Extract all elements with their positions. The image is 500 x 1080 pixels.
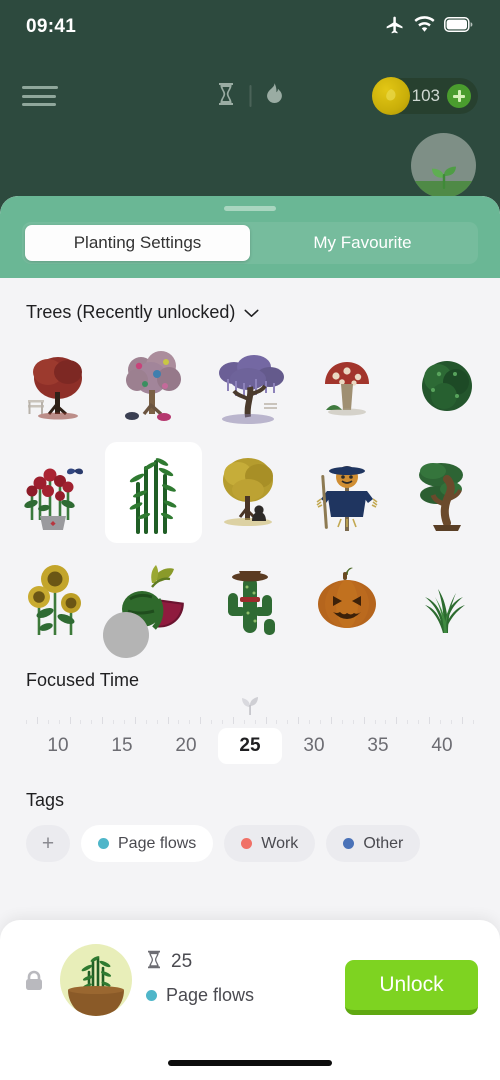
touch-indicator [103,612,149,658]
trees-section-header[interactable]: Trees (Recently unlocked) [0,278,500,323]
tag-label: Other [363,834,404,852]
focused-time-title: Focused Time [26,670,140,690]
focused-time-section: Focused Time 10 15 20 25 30 35 40 [0,648,500,764]
flame-icon[interactable] [265,82,285,111]
focused-time-option-30[interactable]: 30 [282,728,346,764]
focused-time-option-10[interactable]: 10 [26,728,90,764]
focused-time-option-20[interactable]: 20 [154,728,218,764]
lock-icon [22,969,46,998]
tree-item-bonsai-tree[interactable] [395,442,492,543]
hamburger-menu-icon[interactable] [22,84,58,108]
hourglass-icon[interactable] [216,82,237,111]
sheet-header: Planting Settings My Favourite [0,196,500,278]
top-bar-center-icons [216,82,285,111]
coin-balance-pill[interactable]: 103 [371,77,478,115]
sheet-body: Trees (Recently unlocked) Focused Time 1… [0,278,500,862]
tree-item-wisteria-tree[interactable] [202,337,299,438]
tags-title: Tags [26,790,65,810]
sprout-fab-button[interactable] [411,133,476,198]
tree-item-golden-ginkgo-tree[interactable] [202,442,299,543]
hourglass-icon [146,950,162,974]
tree-item-candy-blossom-tree[interactable] [105,337,202,438]
home-indicator [168,1060,332,1066]
coin-count: 103 [411,86,440,105]
tag-other[interactable]: Other [326,825,421,862]
coin-icon [371,77,410,115]
tag-color-dot [98,838,109,849]
tag-color-dot [343,838,355,849]
app-background: 09:41 103 Planting Settings My Favourite… [0,0,500,1080]
bottom-bar-duration: 25 [171,951,193,972]
add-tag-button[interactable]: + [26,825,70,862]
chevron-down-icon[interactable] [244,302,259,323]
tree-item-cowboy-cactus[interactable] [202,547,299,648]
focused-time-option-35[interactable]: 35 [346,728,410,764]
icon-divider [249,85,252,107]
top-app-bar: 103 [0,70,500,122]
sprout-marker-icon [237,695,263,722]
tag-work[interactable]: Work [224,825,316,862]
tab-planting-settings[interactable]: Planting Settings [25,225,250,261]
bottom-bar-duration-row: 25 [146,950,331,974]
bottom-bar-tag-row: Page flows [146,985,331,1006]
tree-item-red-mushroom[interactable] [298,337,395,438]
status-bar-time: 09:41 [26,16,77,37]
focused-time-option-15[interactable]: 15 [90,728,154,764]
bottom-bar-tag-label: Page flows [166,985,255,1005]
tag-page-flows[interactable]: Page flows [81,825,214,862]
trees-section-label: Trees (Recently unlocked) [26,302,236,322]
tree-item-scarecrow[interactable] [298,442,395,543]
status-bar-icons [385,15,474,40]
tag-label: Work [261,834,299,852]
status-bar: 09:41 [0,0,500,54]
tree-item-jack-o-lantern[interactable] [298,547,395,648]
tree-item-round-bush[interactable] [395,337,492,438]
tree-item-red-maple-tree[interactable] [8,337,105,438]
focused-time-option-40[interactable]: 40 [410,728,474,764]
airplane-icon [385,15,405,40]
tags-section: Tags + Page flows Work Other [0,764,500,862]
add-coins-button[interactable] [447,84,471,108]
tags-row: + Page flows Work Other [26,825,474,862]
tree-grid [0,323,500,648]
tab-bar: Planting Settings My Favourite [22,222,478,264]
tree-item-bamboo[interactable] [104,442,202,543]
focused-time-ruler[interactable] [26,697,474,726]
focused-time-option-25[interactable]: 25 [218,728,282,764]
tab-my-favourite[interactable]: My Favourite [250,225,475,261]
battery-icon [444,17,474,37]
wifi-icon [414,16,435,38]
unlock-button[interactable]: Unlock [345,960,478,1015]
tree-item-rose-pot[interactable] [8,442,105,543]
bottom-action-bar: 25 Page flows Unlock [0,920,500,1080]
sheet-grabber[interactable] [224,206,276,211]
planting-settings-sheet: Planting Settings My Favourite Trees (Re… [0,196,500,1080]
tag-label: Page flows [118,834,197,852]
focused-time-options: 10 15 20 25 30 35 40 [26,728,474,764]
tag-color-dot [146,990,157,1001]
bottom-bar-meta: 25 Page flows [146,950,331,1017]
tree-item-grass-tuft[interactable] [395,547,492,648]
bamboo-pot-icon [60,944,132,1016]
tree-item-sunflower[interactable] [8,547,105,648]
tag-color-dot [241,838,253,849]
